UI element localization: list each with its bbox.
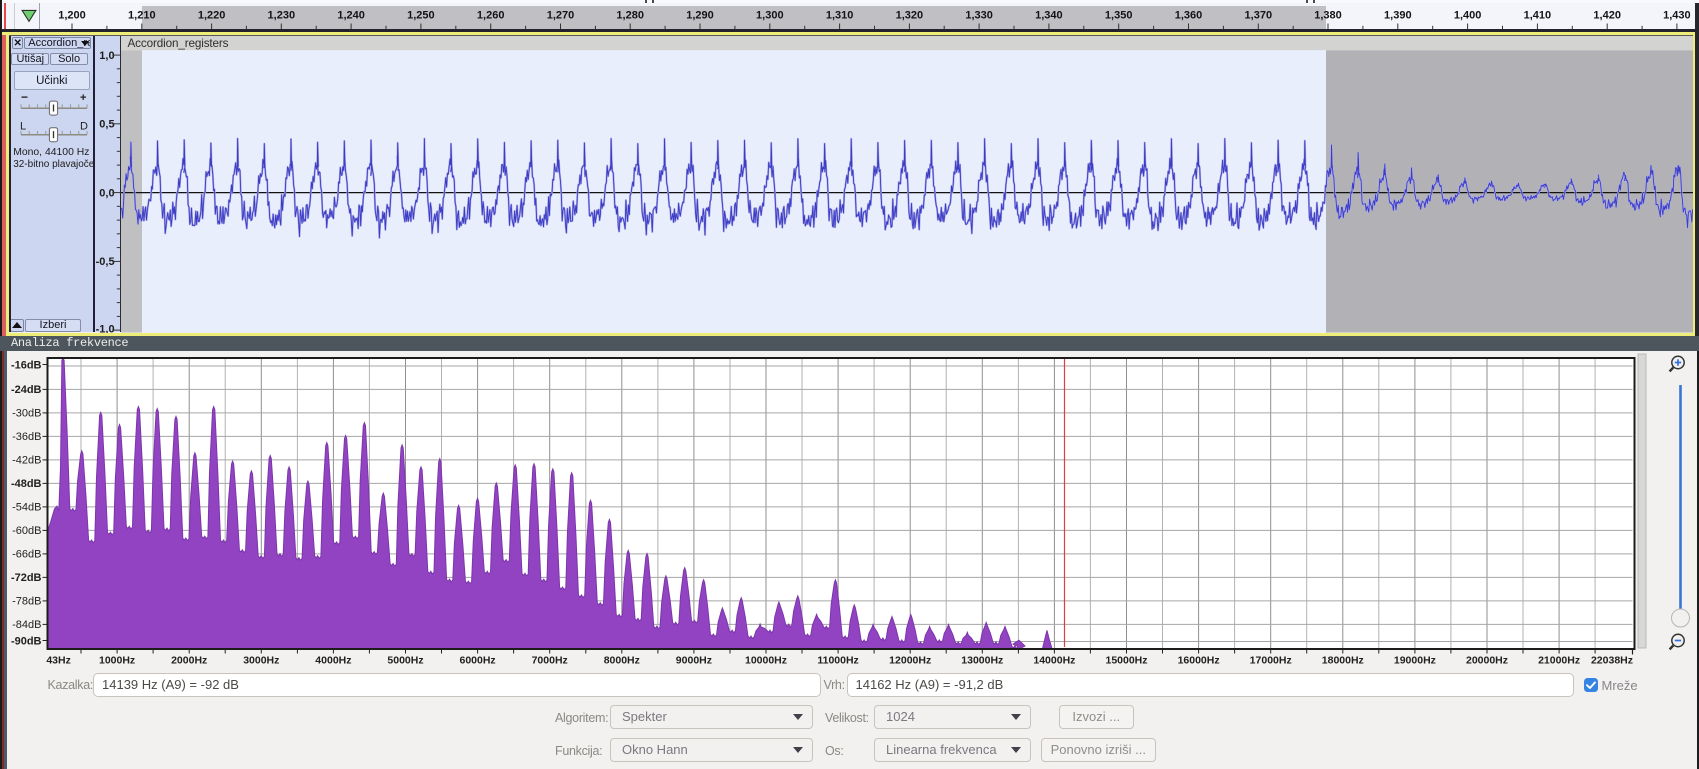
svg-text:12000Hz: 12000Hz [889, 655, 931, 667]
svg-text:-42dB: -42dB [12, 455, 41, 467]
svg-text:D: D [80, 121, 88, 133]
svg-text:1,270: 1,270 [547, 9, 575, 21]
svg-text:1000Hz: 1000Hz [99, 655, 135, 667]
svg-text:1,390: 1,390 [1384, 9, 1412, 21]
svg-text:-60dB: -60dB [12, 525, 41, 537]
svg-text:43Hz: 43Hz [46, 655, 71, 667]
svg-text:-48dB: -48dB [11, 478, 42, 490]
svg-text:1,430: 1,430 [1663, 9, 1691, 21]
svg-text:1,200: 1,200 [58, 9, 86, 21]
svg-text:1,310: 1,310 [826, 9, 854, 21]
svg-text:1,380: 1,380 [1314, 9, 1342, 21]
svg-text:-66dB: -66dB [12, 549, 41, 561]
svg-text:1,280: 1,280 [616, 9, 644, 21]
svg-text:+: + [80, 92, 86, 104]
svg-text:7000Hz: 7000Hz [532, 655, 568, 667]
svg-text:14000Hz: 14000Hz [1033, 655, 1075, 667]
svg-text:1,240: 1,240 [337, 9, 365, 21]
svg-text:19000Hz: 19000Hz [1394, 655, 1436, 667]
svg-text:-0,5: -0,5 [95, 256, 114, 268]
svg-text:0,5: 0,5 [99, 119, 114, 131]
svg-text:-84dB: -84dB [12, 619, 41, 631]
svg-text:3000Hz: 3000Hz [243, 655, 279, 667]
svg-text:18000Hz: 18000Hz [1322, 655, 1364, 667]
svg-text:17000Hz: 17000Hz [1250, 655, 1292, 667]
svg-text:1,250: 1,250 [407, 9, 435, 21]
svg-text:−: − [21, 92, 28, 104]
svg-text:0,0: 0,0 [99, 187, 114, 199]
svg-text:5000Hz: 5000Hz [387, 655, 423, 667]
svg-text:1,210: 1,210 [128, 9, 156, 21]
svg-text:6000Hz: 6000Hz [459, 655, 495, 667]
svg-text:1,400: 1,400 [1454, 9, 1482, 21]
svg-text:1,300: 1,300 [756, 9, 784, 21]
svg-text:1,350: 1,350 [1105, 9, 1133, 21]
svg-text:-24dB: -24dB [11, 384, 42, 396]
svg-text:13000Hz: 13000Hz [961, 655, 1003, 667]
svg-text:-16dB: -16dB [11, 359, 42, 371]
svg-text:1,420: 1,420 [1593, 9, 1621, 21]
svg-text:11000Hz: 11000Hz [817, 655, 858, 667]
svg-text:1,410: 1,410 [1524, 9, 1552, 21]
svg-text:1,290: 1,290 [686, 9, 714, 21]
svg-text:L: L [20, 121, 26, 133]
svg-text:1,330: 1,330 [965, 9, 993, 21]
svg-text:20000Hz: 20000Hz [1466, 655, 1508, 667]
svg-text:-30dB: -30dB [12, 408, 41, 420]
svg-text:-36dB: -36dB [12, 431, 41, 443]
svg-text:Accordion_registers: Accordion_registers [128, 37, 229, 50]
svg-text:-54dB: -54dB [12, 502, 41, 514]
svg-text:1,340: 1,340 [1035, 9, 1063, 21]
svg-text:10000Hz: 10000Hz [745, 655, 787, 667]
svg-text:1,320: 1,320 [896, 9, 924, 21]
svg-text:16000Hz: 16000Hz [1178, 655, 1220, 667]
svg-text:9000Hz: 9000Hz [676, 655, 712, 667]
svg-text:15000Hz: 15000Hz [1105, 655, 1147, 667]
svg-text:1,370: 1,370 [1245, 9, 1273, 21]
svg-text:-78dB: -78dB [12, 596, 41, 608]
svg-text:1,360: 1,360 [1175, 9, 1203, 21]
svg-text:1,260: 1,260 [477, 9, 505, 21]
svg-text:1,0: 1,0 [99, 50, 114, 62]
svg-text:22038Hz: 22038Hz [1591, 655, 1633, 667]
svg-text:1,220: 1,220 [198, 9, 226, 21]
svg-text:21000Hz: 21000Hz [1538, 655, 1580, 667]
svg-text:1,230: 1,230 [268, 9, 296, 21]
svg-text:-90dB: -90dB [11, 635, 42, 647]
svg-text:8000Hz: 8000Hz [604, 655, 640, 667]
svg-text:2000Hz: 2000Hz [171, 655, 207, 667]
svg-text:4000Hz: 4000Hz [315, 655, 351, 667]
svg-text:-72dB: -72dB [11, 572, 42, 584]
